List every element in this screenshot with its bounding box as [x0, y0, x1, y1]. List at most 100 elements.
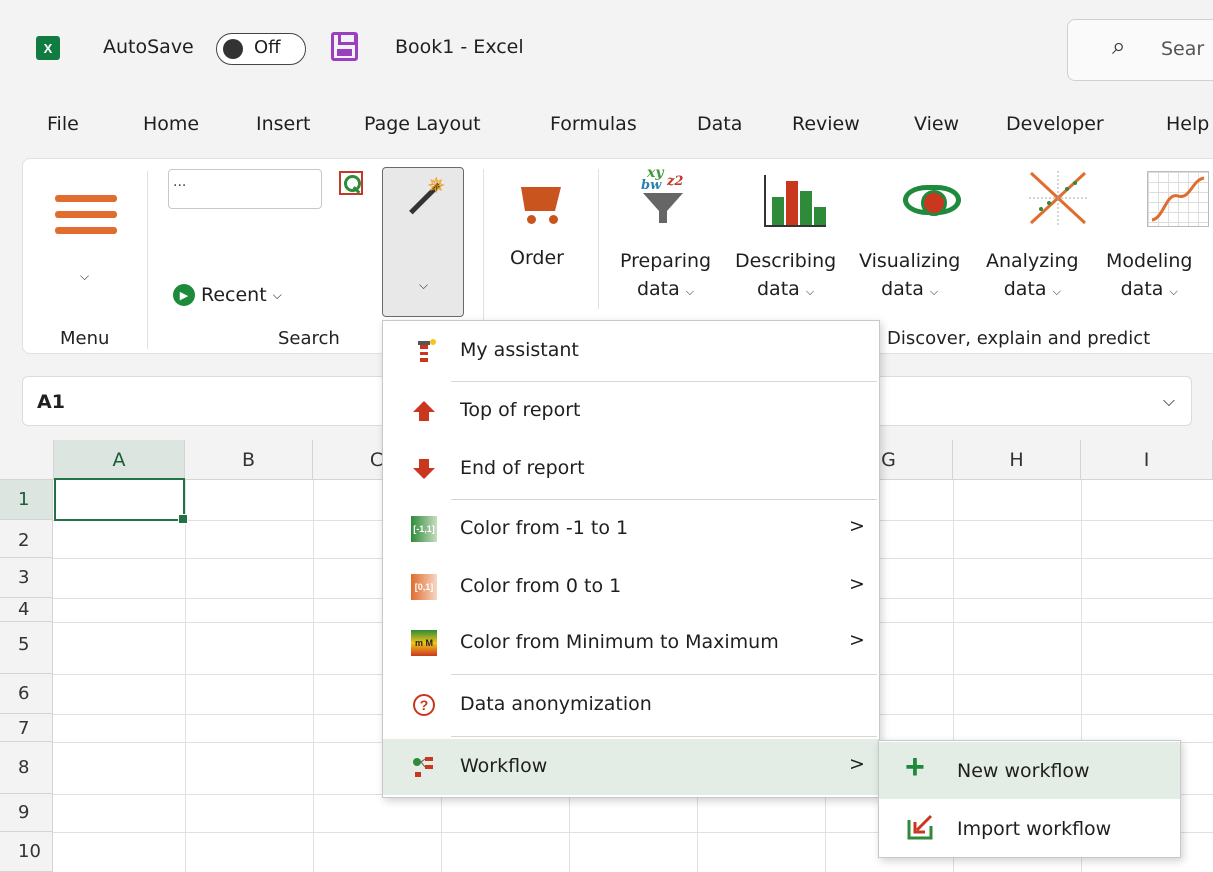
menu-separator — [451, 674, 877, 675]
analyzing-data-icon — [1027, 169, 1089, 227]
menu-item-label: Data anonymization — [460, 693, 652, 715]
search-input-value: ... — [173, 174, 187, 190]
import-icon — [907, 814, 933, 840]
tab-developer[interactable]: Developer — [1006, 113, 1104, 135]
toggle-knob — [223, 39, 243, 59]
chevron-right-icon: > — [849, 629, 865, 651]
tab-view[interactable]: View — [914, 113, 959, 135]
search-icon: ⌕ — [1112, 32, 1126, 60]
menu-item-label: My assistant — [460, 339, 579, 361]
chevron-down-icon: ⌵ — [419, 278, 429, 292]
xlstat-search-input[interactable]: ... — [168, 169, 322, 209]
group-separator — [147, 171, 148, 349]
row-header[interactable]: 6 — [0, 674, 53, 714]
chevron-down-icon[interactable]: ⌵ — [1163, 391, 1175, 411]
select-all-corner[interactable] — [0, 440, 54, 480]
preparing-data-label: Preparing — [620, 250, 712, 272]
menu-item-my-assistant[interactable]: My assistant — [383, 323, 879, 379]
menu-item-top-of-report[interactable]: Top of report — [383, 383, 879, 439]
group-label-search: Search — [278, 328, 340, 349]
menu-item-new-workflow[interactable]: + New workflow — [879, 742, 1180, 799]
menu-separator — [451, 499, 877, 500]
menu-separator — [451, 736, 877, 737]
search-placeholder: Sear — [1161, 38, 1205, 60]
row-header[interactable]: 5 — [0, 622, 53, 674]
visualizing-data-button[interactable]: Visualizing data ⌵ — [859, 247, 960, 306]
menu-item-label: Color from Minimum to Maximum — [460, 631, 779, 653]
menu-item-end-of-report[interactable]: End of report — [383, 441, 879, 497]
autosave-toggle[interactable]: Off — [216, 33, 306, 65]
menu-separator — [451, 381, 877, 382]
row-header[interactable]: 7 — [0, 714, 53, 742]
autosave-label: AutoSave — [103, 36, 194, 58]
menu-item-data-anonymization[interactable]: ? Data anonymization — [383, 677, 879, 733]
modeling-data-button[interactable]: Modeling data ⌵ — [1106, 247, 1192, 306]
column-header[interactable]: A — [54, 440, 185, 480]
arrow-down-icon — [413, 459, 435, 479]
row-header[interactable]: 10 — [0, 832, 53, 872]
tab-page-layout[interactable]: Page Layout — [364, 113, 481, 135]
tab-review[interactable]: Review — [792, 113, 860, 135]
autosave-state: Off — [254, 37, 281, 58]
window-title: Book1 - Excel — [395, 36, 524, 58]
group-label-menu: Menu — [60, 328, 110, 349]
menu-item-workflow[interactable]: Workflow > — [383, 739, 879, 795]
chevron-down-icon[interactable]: ⌵ — [80, 269, 89, 284]
question-circle-icon: ? — [413, 694, 435, 716]
lighthouse-icon — [418, 339, 436, 362]
tab-home[interactable]: Home — [143, 113, 199, 135]
tab-insert[interactable]: Insert — [256, 113, 311, 135]
menu-item-label: Workflow — [460, 755, 548, 777]
row-header[interactable]: 1 — [0, 480, 53, 520]
row-header[interactable]: 3 — [0, 558, 53, 598]
eye-icon — [903, 185, 961, 216]
title-bar: X AutoSave Off Book1 - Excel ⌕ Sear — [0, 0, 1213, 100]
shopping-cart-icon[interactable] — [513, 181, 567, 225]
color-scale-0-1-icon: [0,1] — [411, 574, 437, 600]
preparing-data-button[interactable]: Preparing data ⌵ — [620, 247, 711, 306]
column-header[interactable]: I — [1081, 440, 1213, 480]
chevron-down-icon: ⌵ — [272, 287, 282, 302]
column-header[interactable]: H — [953, 440, 1081, 480]
describing-data-label: Describing — [735, 250, 837, 272]
row-header[interactable]: 9 — [0, 794, 53, 832]
menu-item-label: Top of report — [460, 399, 581, 421]
save-icon[interactable] — [331, 32, 358, 61]
row-header[interactable]: 2 — [0, 520, 53, 558]
column-header[interactable]: B — [185, 440, 313, 480]
group-separator — [598, 169, 599, 309]
tab-help[interactable]: Help — [1166, 113, 1209, 135]
menu-item-import-workflow[interactable]: Import workflow — [879, 800, 1180, 857]
menu-item-color-0-to-1[interactable]: [0,1] Color from 0 to 1 > — [383, 559, 879, 615]
svg-text:bw: bw — [641, 178, 662, 193]
active-cell-a1[interactable] — [54, 478, 188, 524]
search-icon[interactable] — [339, 171, 363, 195]
chevron-right-icon: > — [849, 515, 865, 537]
describing-data-button[interactable]: Describing data ⌵ — [735, 247, 836, 306]
row-header[interactable]: 8 — [0, 742, 53, 794]
menu-item-color-minus1-to-1[interactable]: [-1,1] Color from -1 to 1 > — [383, 501, 879, 557]
chevron-right-icon: > — [849, 573, 865, 595]
svg-text:z2: z2 — [666, 174, 683, 189]
tab-data[interactable]: Data — [697, 113, 742, 135]
analyzing-data-button[interactable]: Analyzing data ⌵ — [986, 247, 1079, 306]
row-header[interactable]: 4 — [0, 598, 53, 622]
menu-item-label: New workflow — [957, 760, 1090, 782]
magic-wand-button[interactable]: ✵ ⌵ — [382, 167, 464, 317]
recent-button[interactable]: ▶ Recent ⌵ — [173, 284, 282, 306]
color-scale-min-max-icon: m M — [411, 630, 437, 656]
tab-formulas[interactable]: Formulas — [550, 113, 637, 135]
menu-item-label: Import workflow — [957, 818, 1112, 840]
modeling-data-icon — [1147, 171, 1209, 227]
describing-data-label-2: data — [757, 278, 800, 300]
workflow-icon — [413, 757, 433, 777]
plus-icon: + — [905, 748, 925, 786]
describing-data-icon — [764, 175, 826, 227]
order-button[interactable]: Order — [510, 247, 564, 269]
menu-item-label: End of report — [460, 457, 585, 479]
tab-file[interactable]: File — [47, 113, 79, 135]
search-box[interactable]: ⌕ Sear — [1067, 19, 1213, 81]
modeling-data-label-2: data — [1120, 278, 1164, 300]
workflow-submenu: + New workflow Import workflow — [878, 740, 1181, 858]
menu-item-color-min-to-max[interactable]: m M Color from Minimum to Maximum > — [383, 615, 879, 671]
